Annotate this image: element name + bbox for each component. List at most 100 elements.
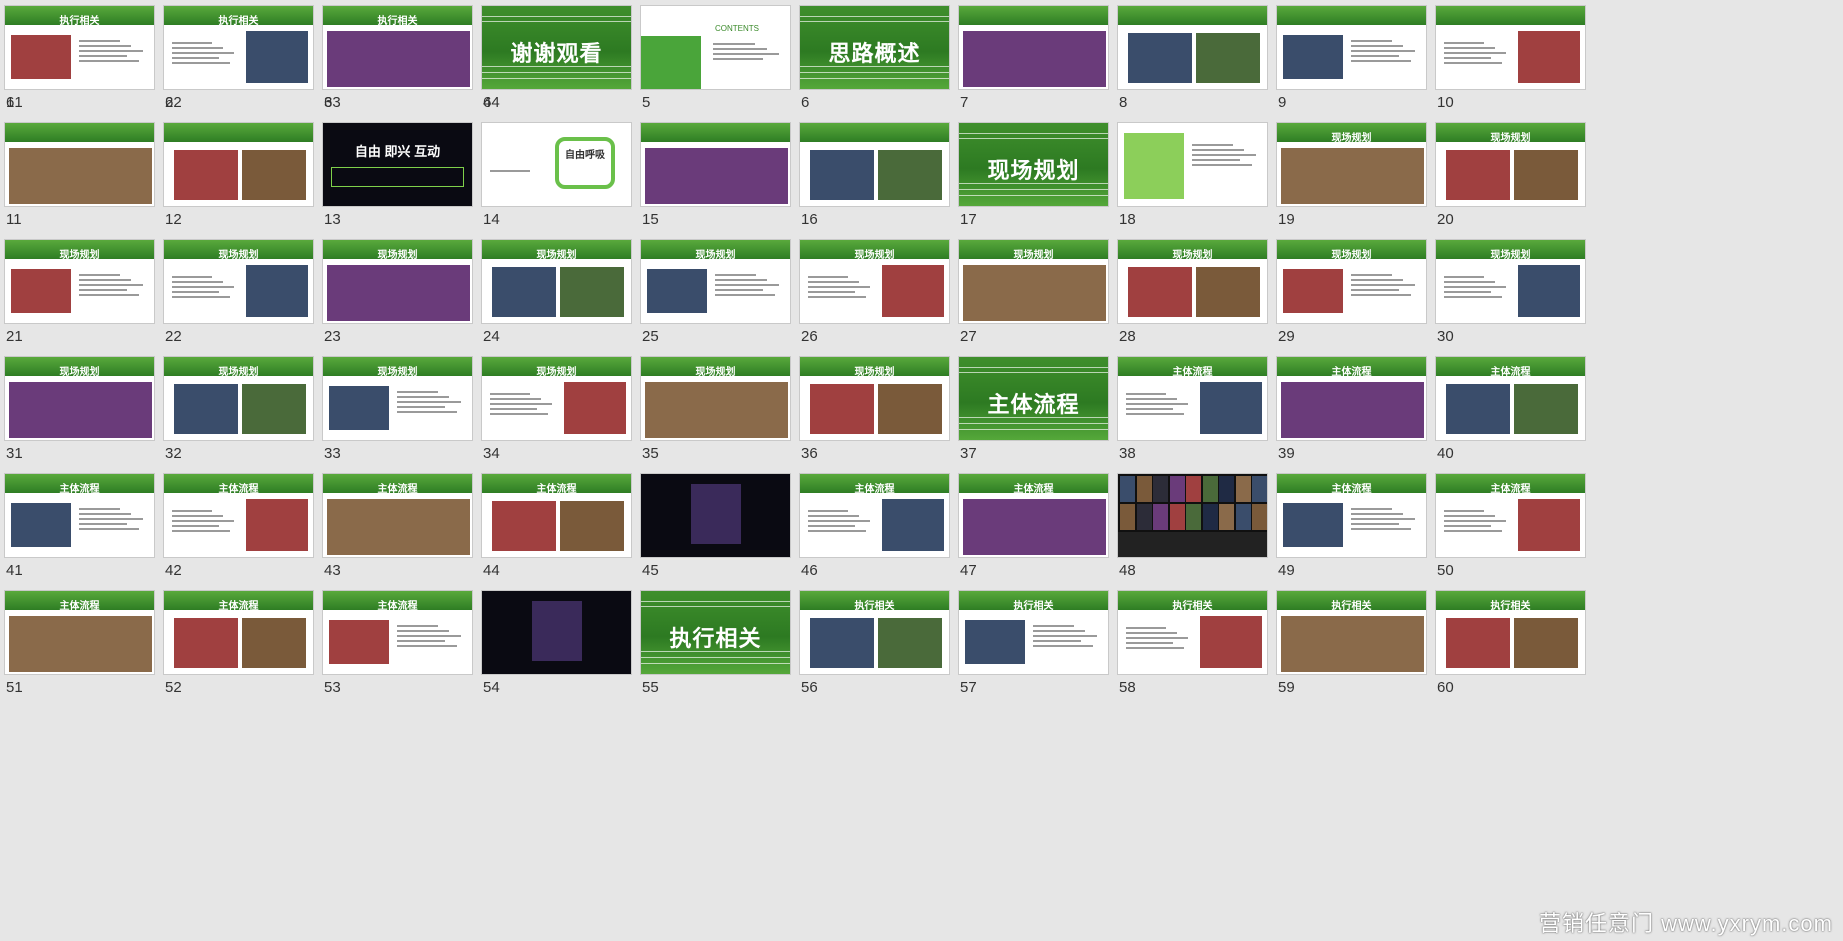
slide-thumbnail[interactable]: [1117, 122, 1268, 207]
photo-placeholder: [1281, 148, 1424, 204]
slide-thumbnail[interactable]: 主体流程: [322, 590, 473, 675]
slide-number: 48: [1119, 562, 1136, 579]
slide-body: [1277, 610, 1426, 674]
slide-thumbnail[interactable]: 现场规划: [958, 239, 1109, 324]
slide-thumbnail[interactable]: [481, 590, 632, 675]
slide-thumbnail[interactable]: 主体流程: [322, 473, 473, 558]
slide-header-bar: 现场规划: [5, 240, 154, 261]
slide-thumbnail[interactable]: [958, 5, 1109, 90]
slide-thumbnail[interactable]: 现场规划: [1435, 239, 1586, 324]
slide-thumbnail[interactable]: 现场规划: [322, 356, 473, 441]
slide-thumbnail[interactable]: 执行相关: [4, 5, 155, 90]
text-lines: [172, 273, 238, 301]
photo-placeholder: [1446, 150, 1510, 200]
slide-thumbnail[interactable]: 现场规划: [1276, 122, 1427, 207]
slide-number: 7: [960, 94, 969, 111]
photo-placeholder: [645, 382, 788, 438]
slide-body: [1436, 142, 1585, 206]
slide-header-bar: 主体流程: [1277, 357, 1426, 378]
slide-number: 14: [483, 211, 500, 228]
slide-thumbnail[interactable]: 现场规划: [799, 239, 950, 324]
slide-thumbnail[interactable]: 主体流程: [163, 473, 314, 558]
slide-thumbnail[interactable]: 现场规划: [1276, 239, 1427, 324]
slide-thumbnail[interactable]: [1117, 5, 1268, 90]
slide-thumbnail[interactable]: 现场规划: [1435, 122, 1586, 207]
slide-thumbnail[interactable]: 执行相关: [322, 5, 473, 90]
stripe: [641, 606, 790, 607]
slide-number: 36: [801, 445, 818, 462]
slide-header-bar: 执行相关: [164, 6, 313, 27]
slide-number: 54: [483, 679, 500, 696]
slide-thumbnail[interactable]: 执行相关: [1117, 590, 1268, 675]
slide-number: 47: [960, 562, 977, 579]
text-lines: [1351, 271, 1419, 299]
slide-thumbnail[interactable]: [640, 473, 791, 558]
text-lines: [1192, 141, 1260, 169]
slide-number: 64: [483, 94, 500, 111]
slide-thumbnail[interactable]: 现场规划: [640, 239, 791, 324]
slide-thumbnail[interactable]: 现场规划: [958, 122, 1109, 207]
slide-thumbnail[interactable]: 主体流程: [1276, 356, 1427, 441]
stripe: [482, 21, 631, 22]
slide-thumbnail[interactable]: 执行相关: [163, 5, 314, 90]
photo-placeholder: [11, 35, 71, 79]
slide-thumbnail[interactable]: 现场规划: [640, 356, 791, 441]
photo-placeholder: [1514, 150, 1578, 200]
stripe: [641, 601, 790, 602]
slide-header-bar: 执行相关: [5, 6, 154, 27]
stripe: [959, 367, 1108, 368]
slide-header-bar: 现场规划: [800, 357, 949, 378]
slide-header-bar: 主体流程: [482, 474, 631, 495]
photo-placeholder: [882, 265, 944, 317]
text-lines: [79, 505, 147, 533]
slide-thumbnail[interactable]: 现场规划: [481, 356, 632, 441]
slide-body: [1436, 25, 1585, 89]
photo-placeholder: [963, 265, 1106, 321]
slide-thumbnail[interactable]: [1435, 5, 1586, 90]
slide-thumbnail[interactable]: 思路概述: [799, 5, 950, 90]
slide-thumbnail[interactable]: 执行相关: [1435, 590, 1586, 675]
stage-photo: [691, 484, 741, 544]
slide-thumbnail[interactable]: 主体流程: [1276, 473, 1427, 558]
slide-thumbnail[interactable]: 主体流程: [799, 473, 950, 558]
stripe: [959, 195, 1108, 196]
slide-thumbnail[interactable]: 主体流程: [1435, 356, 1586, 441]
slide-thumbnail[interactable]: 主体流程: [163, 590, 314, 675]
slide-thumbnail[interactable]: 现场规划: [4, 239, 155, 324]
slide-number: 55: [642, 679, 659, 696]
slide-header-bar: [1118, 6, 1267, 25]
slide-number: 31: [6, 445, 23, 462]
slide-thumbnail[interactable]: 现场规划: [163, 356, 314, 441]
slide-thumbnail[interactable]: 主体流程: [481, 473, 632, 558]
slide-thumbnail[interactable]: 主体流程: [1117, 356, 1268, 441]
slide-thumbnail[interactable]: 现场规划: [163, 239, 314, 324]
slide-thumbnail[interactable]: 主体流程: [1435, 473, 1586, 558]
slide-thumbnail[interactable]: 现场规划: [1117, 239, 1268, 324]
slide-thumbnail[interactable]: 主体流程: [4, 473, 155, 558]
slide-thumbnail[interactable]: [1276, 5, 1427, 90]
slide-thumbnail[interactable]: 执行相关: [799, 590, 950, 675]
stripe: [959, 189, 1108, 190]
slide-body: [164, 376, 313, 440]
text-lines: [808, 507, 874, 535]
slide-body: [1118, 610, 1267, 674]
text-lines: [1444, 273, 1510, 301]
slide-header-bar: 执行相关: [1118, 591, 1267, 612]
slide-thumbnail[interactable]: 执行相关: [958, 590, 1109, 675]
slide-thumbnail[interactable]: 主体流程: [958, 356, 1109, 441]
slide-thumbnail[interactable]: 谢谢观看: [481, 5, 632, 90]
stripe: [959, 138, 1108, 139]
slide-thumbnail[interactable]: 执行相关: [1276, 590, 1427, 675]
slide-thumbnail[interactable]: [799, 122, 950, 207]
photo-placeholder: [327, 265, 470, 321]
slide-thumbnail[interactable]: 执行相关: [640, 590, 791, 675]
slide-thumbnail[interactable]: 主体流程: [958, 473, 1109, 558]
slide-header-bar: 现场规划: [323, 240, 472, 261]
photo-placeholder: [174, 384, 238, 434]
slide-thumbnail[interactable]: 主体流程: [4, 590, 155, 675]
slide-thumbnail[interactable]: 现场规划: [799, 356, 950, 441]
slide-thumbnail[interactable]: 现场规划: [322, 239, 473, 324]
slide-thumbnail[interactable]: [1117, 473, 1268, 558]
slide-thumbnail[interactable]: 现场规划: [481, 239, 632, 324]
slide-thumbnail[interactable]: 现场规划: [4, 356, 155, 441]
